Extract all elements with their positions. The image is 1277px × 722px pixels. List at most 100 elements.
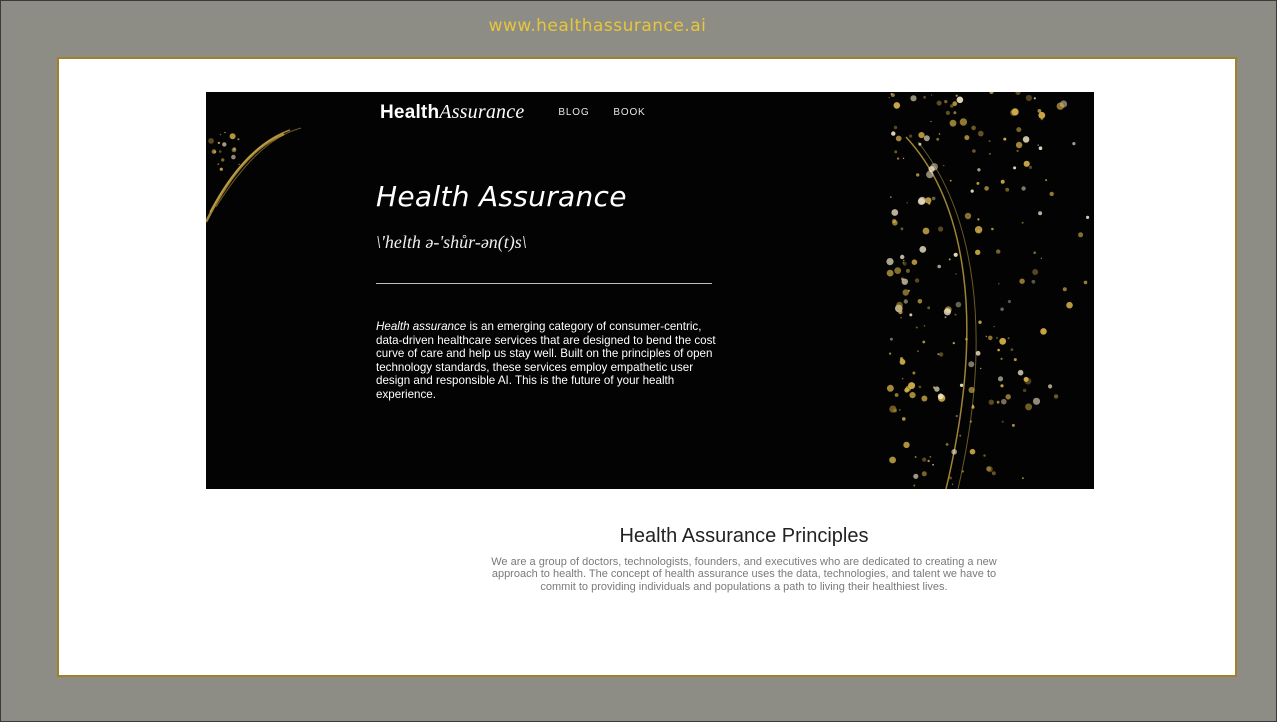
bokeh-dot	[997, 376, 1004, 382]
bokeh-dot	[1032, 269, 1039, 275]
bokeh-dot	[217, 141, 221, 145]
bokeh-dot	[1013, 358, 1017, 362]
bokeh-dot	[923, 95, 926, 99]
bokeh-dot	[971, 125, 976, 131]
bokeh-dot	[971, 405, 975, 409]
bokeh-dot	[918, 142, 922, 146]
bokeh-dot	[1025, 94, 1032, 102]
bokeh-dot	[224, 131, 226, 134]
bokeh-dot	[921, 395, 928, 402]
bokeh-dot	[921, 471, 927, 477]
bokeh-dot	[955, 301, 962, 308]
bokeh-dot	[936, 137, 940, 141]
bokeh-dot	[975, 350, 981, 356]
bokeh-dot	[1000, 357, 1003, 360]
bokeh-dot	[959, 118, 968, 126]
bokeh-dot	[936, 100, 942, 106]
bokeh-dot	[1038, 211, 1043, 216]
bokeh-dot	[1003, 137, 1007, 141]
hero-divider	[376, 283, 712, 284]
bokeh-dot	[948, 258, 951, 261]
bokeh-dot	[997, 348, 1000, 352]
bokeh-dot	[1037, 144, 1039, 146]
bokeh-dot	[993, 326, 995, 328]
bokeh-dot	[968, 386, 975, 394]
bokeh-dot	[923, 135, 930, 142]
bokeh-dot	[903, 157, 905, 159]
nav-link-book[interactable]: BOOK	[613, 107, 645, 118]
bokeh-dot	[977, 218, 980, 221]
bokeh-dot	[922, 457, 927, 462]
bokeh-dot	[916, 173, 920, 177]
bokeh-dot	[972, 149, 976, 153]
bokeh-dot	[1010, 109, 1017, 116]
bokeh-dot	[888, 96, 890, 99]
bokeh-dot	[937, 393, 944, 400]
bokeh-dot	[1016, 149, 1019, 152]
bokeh-dot	[1021, 221, 1024, 224]
bokeh-dot	[1015, 92, 1021, 95]
bokeh-dot	[996, 400, 1000, 404]
bokeh-dot	[1028, 165, 1033, 169]
url-banner: www.healthassurance.ai	[488, 16, 707, 36]
bokeh-dot	[983, 454, 986, 457]
bokeh-dot	[998, 282, 1000, 285]
bokeh-dot	[969, 448, 976, 455]
bokeh-dot	[974, 226, 983, 234]
bokeh-dot	[945, 110, 951, 115]
bokeh-dot	[952, 342, 955, 345]
bokeh-dot	[1031, 279, 1036, 284]
bokeh-dot	[938, 133, 941, 135]
bokeh-dot	[896, 301, 903, 309]
bokeh-dot	[965, 337, 968, 341]
logo-italic-text: Assurance	[439, 100, 525, 123]
bokeh-dot	[903, 259, 905, 262]
bokeh-dot	[959, 434, 962, 437]
bokeh-dot	[975, 249, 981, 255]
principles-text: We are a group of doctors, technologists…	[491, 556, 997, 593]
bokeh-dot	[895, 135, 902, 142]
bokeh-dot	[961, 470, 964, 473]
bokeh-dot	[1001, 420, 1004, 423]
bokeh-dot	[902, 289, 909, 296]
bokeh-dot	[986, 466, 993, 473]
bokeh-dot	[893, 102, 901, 109]
bokeh-dot	[1000, 384, 1004, 388]
bokeh-dot	[1083, 280, 1088, 285]
bokeh-dot	[923, 325, 926, 327]
bokeh-dot	[1000, 179, 1005, 184]
bokeh-dot	[894, 393, 899, 397]
bokeh-dot	[919, 246, 927, 253]
bokeh-dot	[1001, 398, 1007, 405]
bokeh-dot	[896, 157, 900, 160]
bokeh-dot	[991, 471, 996, 476]
bokeh-dot	[238, 163, 240, 166]
bokeh-dot	[898, 309, 903, 315]
bokeh-dot	[978, 130, 984, 137]
site-logo[interactable]: HealthAssurance	[380, 101, 524, 124]
bokeh-dot	[1056, 102, 1064, 110]
bokeh-dot	[889, 352, 892, 355]
pronunciation-text: \'helth ə-'shůr-ən(t)s\	[376, 232, 527, 252]
bokeh-dot	[908, 382, 916, 390]
bokeh-dot	[886, 258, 894, 266]
bokeh-dot	[964, 135, 970, 141]
bokeh-dot	[964, 212, 972, 220]
bokeh-dot	[918, 132, 925, 139]
bokeh-dot	[952, 101, 958, 107]
bokeh-dot	[906, 202, 908, 204]
bokeh-dot	[988, 140, 991, 143]
nav-link-blog[interactable]: BLOG	[558, 107, 589, 118]
bokeh-dot	[905, 268, 910, 273]
bokeh-dot	[211, 149, 217, 154]
bokeh-dot	[1019, 278, 1025, 284]
bokeh-dot	[927, 306, 931, 310]
bokeh-dot	[889, 405, 897, 413]
bokeh-dot	[893, 125, 898, 130]
bokeh-dot	[208, 138, 214, 144]
bokeh-dot	[916, 350, 919, 353]
bokeh-dot	[1007, 337, 1010, 340]
bokeh-dot	[1021, 186, 1026, 191]
bokeh-dot	[938, 352, 944, 357]
logo-bold-text: Health	[380, 101, 440, 123]
